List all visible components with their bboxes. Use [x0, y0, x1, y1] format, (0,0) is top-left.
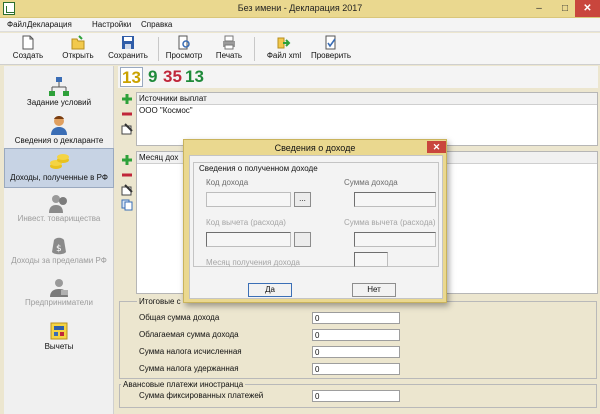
deduction-sum-field[interactable] [354, 232, 436, 247]
open-button[interactable]: Открыть [60, 34, 96, 64]
dialog-title: Сведения о доходе [274, 143, 356, 153]
svg-text:$: $ [56, 244, 62, 254]
fixed-payments-label: Сумма фиксированных платежей [139, 391, 264, 400]
declarant-icon [51, 116, 67, 135]
no-button[interactable]: Нет [352, 283, 396, 297]
sources-grid: Источники выплат ООО "Космос" [136, 92, 598, 146]
save-button[interactable]: Сохранить [106, 34, 150, 64]
taxable-income-label: Облагаемая сумма дохода [139, 330, 239, 339]
tab-9[interactable]: 9 [147, 67, 158, 87]
yes-button[interactable]: Да [248, 283, 292, 297]
month-field[interactable] [354, 252, 388, 267]
tax-withheld-field[interactable]: 0 [312, 363, 400, 375]
new-file-icon [22, 35, 34, 50]
sources-header: Источники выплат [137, 93, 597, 105]
deduction-code-picker-button[interactable] [294, 232, 311, 247]
total-income-label: Общая сумма дохода [139, 313, 220, 322]
edit-source-button[interactable] [121, 123, 133, 135]
save-icon [122, 36, 134, 49]
tax-calculated-label: Сумма налога исчисленная [139, 347, 242, 356]
left-navigation: Задание условий Сведения о декларанте До… [4, 66, 114, 414]
deduction-code-field[interactable] [206, 232, 291, 247]
menu-settings[interactable]: Настройки [92, 20, 131, 29]
tax-calculated-field[interactable]: 0 [312, 346, 400, 358]
advance-legend: Авансовые платежи иностранца [121, 380, 246, 389]
income-info-legend: Сведения о полученном доходе [198, 164, 319, 173]
income-code-field[interactable] [206, 192, 291, 207]
income-sum-label: Сумма дохода [344, 178, 398, 187]
minimize-button[interactable]: – [526, 0, 552, 17]
tab-13-income[interactable]: 13 [120, 67, 143, 87]
nav-deductions[interactable]: Вычеты [4, 318, 114, 358]
xml-button[interactable]: Файл xml [264, 34, 304, 64]
nav-conditions[interactable]: Задание условий [4, 74, 114, 114]
menu-help[interactable]: Справка [141, 20, 172, 29]
taxable-income-field[interactable]: 0 [312, 329, 400, 341]
add-month-button[interactable] [121, 154, 133, 166]
tax-withheld-label: Сумма налога удержанная [139, 364, 239, 373]
income-dialog: Сведения о доходе ✕ Сведения о полученно… [183, 139, 447, 303]
total-income-field[interactable]: 0 [312, 312, 400, 324]
nav-declarant[interactable]: Сведения о декларанте [4, 112, 114, 152]
fixed-payments-field[interactable]: 0 [312, 390, 400, 402]
check-icon [325, 35, 336, 50]
dialog-close-button[interactable]: ✕ [427, 141, 446, 153]
edit-month-button[interactable] [121, 184, 133, 196]
toolbar-separator [254, 37, 255, 61]
nav-income-rf[interactable]: Доходы, полученные в РФ [4, 148, 114, 188]
window-title: Без имени - Декларация 2017 [237, 3, 363, 13]
income-code-label: Код дохода [206, 178, 249, 187]
conditions-icon [49, 77, 69, 96]
printer-icon [223, 35, 235, 50]
entrepreneur-icon [50, 279, 68, 297]
close-button[interactable]: ✕ [575, 0, 600, 17]
xml-export-icon [277, 37, 291, 49]
nav-entrepreneur[interactable]: Предприниматели [4, 274, 114, 314]
menu-declaration[interactable]: Декларация [27, 20, 72, 29]
menu-bar: Файл Декларация Настройки Справка [0, 18, 600, 32]
nav-foreign-income[interactable]: $ Доходы за пределами РФ [4, 232, 114, 272]
toolbar-separator [158, 37, 159, 61]
new-button[interactable]: Создать [10, 34, 46, 64]
tab-13-dividends[interactable]: 13 [184, 67, 205, 87]
nav-investment[interactable]: Инвест. товарищества [4, 190, 114, 230]
toolbar: Создать Открыть Сохранить Просмотр Печат… [0, 33, 600, 65]
preview-icon [178, 35, 190, 50]
deductions-icon [50, 322, 68, 340]
totals-legend: Итоговые с [137, 297, 183, 306]
open-folder-icon [71, 35, 85, 50]
income-code-picker-button[interactable]: ... [294, 192, 311, 207]
dialog-body: Сведения о полученном доходе Код дохода … [189, 155, 443, 299]
page-tabs: 13 9 35 13 [118, 66, 598, 88]
income-info-group: Сведения о полученном доходе Код дохода … [193, 162, 439, 267]
delete-month-button[interactable] [121, 169, 133, 181]
tab-35[interactable]: 35 [162, 67, 183, 87]
income-coins-icon [50, 154, 69, 169]
foreign-income-icon: $ [52, 237, 66, 255]
add-source-button[interactable] [121, 93, 133, 105]
print-button[interactable]: Печать [212, 34, 246, 64]
copy-month-button[interactable] [121, 199, 133, 211]
deduction-code-label: Код вычета (расхода) [206, 218, 286, 227]
table-row[interactable]: ООО "Космос" [137, 105, 597, 116]
check-button[interactable]: Проверить [310, 34, 352, 64]
deduction-sum-label: Сумма вычета (расхода) [344, 218, 436, 227]
delete-source-button[interactable] [121, 108, 133, 120]
preview-button[interactable]: Просмотр [164, 34, 204, 64]
menu-file[interactable]: Файл [7, 20, 27, 29]
income-sum-field[interactable] [354, 192, 436, 207]
month-label: Месяц получения дохода [206, 258, 300, 267]
title-bar: Без имени - Декларация 2017 – □ ✕ [0, 0, 600, 18]
investment-icon [49, 195, 67, 213]
